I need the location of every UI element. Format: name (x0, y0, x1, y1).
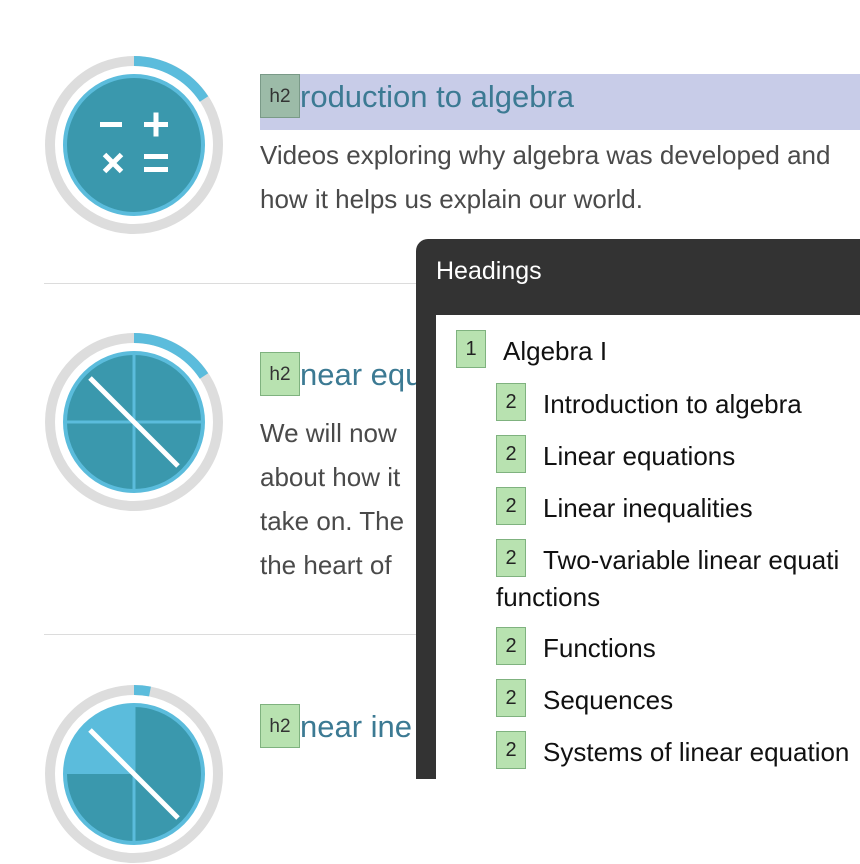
heading-level-badge: h2 (260, 704, 300, 748)
heading-level-badge: 2 (496, 627, 526, 665)
headings-panel: Headings 1 Algebra I 2 Introduction to a… (416, 239, 860, 779)
headings-list-item-label: Sequences (543, 685, 674, 715)
topic-heading-link[interactable]: near equ (300, 352, 422, 398)
headings-list-item-label: Linear inequalities (543, 493, 753, 523)
heading-level-badge: 2 (496, 383, 526, 421)
topic-heading-link[interactable]: near ine (300, 704, 412, 750)
headings-list-item[interactable]: 2 Two-variable linear equati functions (496, 539, 860, 615)
quartered-slash-icon[interactable] (44, 332, 224, 512)
headings-list-item-label-continuation: functions (496, 582, 601, 612)
headings-list-item-label: Algebra I (503, 336, 608, 366)
headings-list-item-label: Introduction to algebra (543, 389, 802, 419)
topic-description: Videos exploring why algebra was develop… (260, 140, 831, 214)
heading-level-badge: 2 (496, 679, 526, 717)
heading-level-badge: 1 (456, 330, 486, 368)
topic-description: We will now about how it take on. The th… (260, 418, 405, 580)
headings-list-item-label: Systems of linear equation (543, 737, 850, 767)
heading-level-badge: 2 (496, 435, 526, 473)
quartered-slash-icon[interactable] (44, 684, 224, 864)
headings-list-item-label: Two-variable linear equati (543, 545, 840, 575)
heading-level-badge: 2 (496, 487, 526, 525)
headings-list: 1 Algebra I 2 Introduction to algebra 2 … (436, 315, 860, 779)
heading-level-badge: 2 (496, 539, 526, 577)
heading-level-badge: h2 (260, 352, 300, 396)
headings-list-item-label: Functions (543, 633, 656, 663)
heading-level-badge: 2 (496, 731, 526, 769)
panel-title: Headings (436, 257, 542, 285)
topic-heading-link[interactable]: roduction to algebra (300, 74, 574, 120)
heading-level-badge: h2 (260, 74, 300, 118)
plus-minus-times-equals-icon[interactable] (44, 55, 224, 235)
headings-list-item-label: Linear equations (543, 441, 736, 471)
topic-heading-row[interactable]: h2 roduction to algebra (260, 74, 860, 130)
